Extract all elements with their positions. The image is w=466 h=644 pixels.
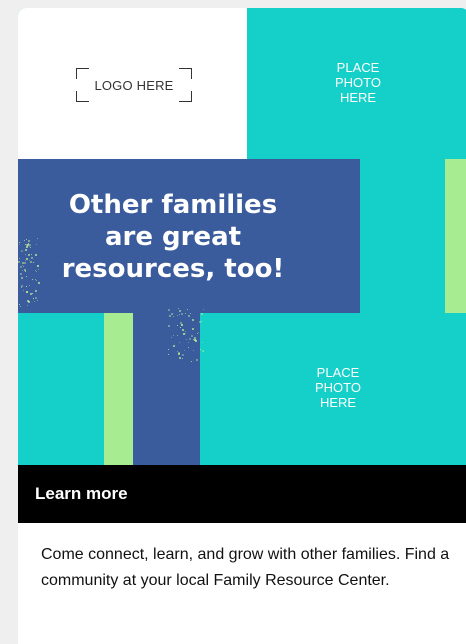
speckle-dot — [18, 243, 20, 245]
speckle-dot — [32, 297, 34, 299]
speckle-dot — [192, 338, 194, 340]
headline: Other families are great resources, too! — [61, 190, 285, 284]
learn-more-button[interactable]: Learn more — [18, 465, 466, 523]
speckle-dot — [187, 346, 189, 348]
speckle-dot — [25, 290, 28, 293]
logo-placeholder-frame: LOGO HERE — [76, 68, 192, 102]
speckle-dot — [25, 275, 27, 277]
speckle-dot — [202, 349, 205, 352]
speckle-dot — [36, 264, 39, 267]
speckle-dot — [202, 308, 204, 310]
speckle-dot — [191, 327, 194, 330]
speckle-dot — [202, 342, 204, 344]
speckle-dot — [194, 340, 197, 343]
logo-placeholder-text: LOGO HERE — [94, 78, 174, 93]
speckle-dot — [24, 248, 27, 251]
speckle-dot — [176, 325, 178, 327]
speckle-dot — [187, 341, 189, 343]
headline-box: Other families are great resources, too! — [18, 159, 360, 313]
speckle-dot — [177, 308, 179, 309]
speckle-dot — [187, 314, 190, 317]
photo-placeholder-bottom: PLACE PHOTO HERE — [315, 365, 361, 410]
speckle-dot — [35, 270, 37, 272]
speckle-dot — [19, 257, 21, 259]
speckle-dot — [32, 261, 34, 263]
speckle-dot — [22, 290, 24, 291]
speckle-dot — [20, 249, 23, 252]
speckle-dot — [25, 286, 27, 287]
speckle-dot — [19, 303, 20, 305]
speckle-dot — [201, 312, 203, 315]
speckle-dot — [183, 349, 185, 351]
speckle-dot — [29, 285, 30, 287]
decorative-green-strip — [104, 313, 133, 465]
speckle-dot — [171, 336, 173, 338]
speckle-dot — [34, 269, 36, 271]
speckle-dot — [168, 315, 171, 318]
speckle-dot — [176, 314, 178, 316]
hero-graphic: LOGO HERE PLACE PHOTO HERE Other familie… — [18, 8, 466, 465]
speckle-dot — [178, 341, 180, 343]
promo-card: LOGO HERE PLACE PHOTO HERE Other familie… — [18, 8, 466, 644]
speckle-dot — [23, 262, 26, 265]
speckle-dot — [30, 256, 33, 259]
speckle-dot — [181, 357, 183, 359]
speckle-dot — [192, 350, 194, 352]
speckle-dot — [199, 320, 202, 323]
description-text: Come connect, learn, and grow with other… — [41, 546, 450, 589]
logo-area: LOGO HERE — [18, 8, 247, 160]
speckle-dot — [19, 306, 21, 308]
speckle-dot — [35, 243, 37, 245]
speckle-dot — [19, 272, 22, 275]
speckle-dot — [180, 321, 183, 324]
decorative-green-strip — [445, 159, 466, 313]
speckle-dot — [178, 356, 181, 359]
learn-more-label: Learn more — [35, 484, 128, 503]
speckle-dot — [27, 254, 30, 257]
speckle-dot — [184, 313, 186, 315]
speckle-dot — [200, 349, 202, 351]
speckle-dot — [34, 297, 37, 300]
speckle-dot — [26, 304, 28, 306]
decorative-blue-pillar — [133, 313, 200, 465]
photo-placeholder-top: PLACE PHOTO HERE — [335, 60, 381, 105]
speckle-dot — [33, 300, 35, 302]
speckle-dot — [179, 309, 182, 312]
speckle-dot — [201, 321, 203, 323]
